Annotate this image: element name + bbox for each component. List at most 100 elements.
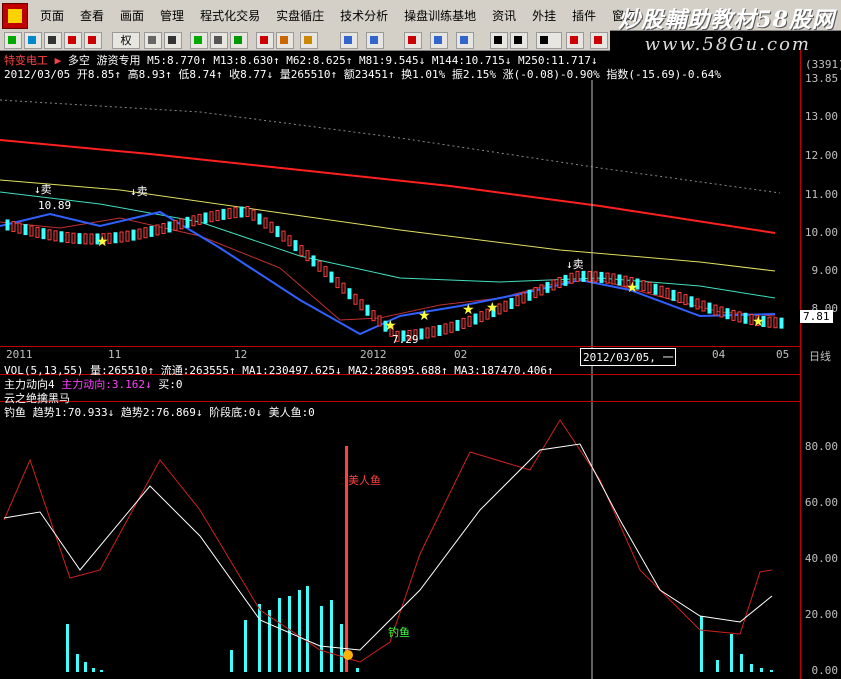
histogram-bar bbox=[298, 590, 301, 672]
list-icon[interactable] bbox=[210, 32, 228, 49]
chart-icon[interactable] bbox=[404, 32, 422, 49]
candle bbox=[767, 316, 772, 328]
ma81-line bbox=[0, 179, 776, 272]
candle bbox=[461, 317, 466, 329]
osc-y-tick: 20.00 bbox=[804, 608, 838, 621]
menu-item-screen[interactable]: 画面 bbox=[112, 7, 152, 24]
period-label[interactable]: 日线 bbox=[809, 348, 831, 364]
candle bbox=[77, 233, 82, 245]
candle bbox=[455, 319, 460, 331]
histogram-bar bbox=[716, 660, 719, 672]
candle bbox=[683, 294, 688, 306]
histogram-bar bbox=[740, 654, 743, 672]
candle bbox=[263, 217, 268, 229]
histogram-bar bbox=[268, 610, 271, 672]
menu-item-live-tracking[interactable]: 实盘循庄 bbox=[268, 7, 332, 24]
zl-buy: 买:0 bbox=[158, 378, 183, 391]
menu-item-training[interactable]: 操盘训练基地 bbox=[396, 7, 484, 24]
menu-item-tech-analysis[interactable]: 技术分析 bbox=[332, 7, 396, 24]
candle bbox=[47, 229, 52, 241]
table-icon[interactable] bbox=[340, 32, 358, 49]
ma5-line bbox=[0, 210, 776, 336]
histogram-bar bbox=[288, 596, 291, 672]
histogram-bar bbox=[244, 620, 247, 672]
star-icon: ★ bbox=[752, 314, 765, 330]
candle bbox=[287, 235, 292, 247]
candle bbox=[167, 221, 172, 233]
candle bbox=[707, 302, 712, 314]
histogram-bar bbox=[330, 600, 333, 672]
pin-icon[interactable] bbox=[300, 32, 318, 49]
down-arrow-icon[interactable] bbox=[566, 32, 584, 49]
menu-item-news[interactable]: 资讯 bbox=[484, 7, 524, 24]
x-tick: 12 bbox=[234, 348, 248, 361]
line-icon[interactable] bbox=[510, 32, 528, 49]
grid-icon[interactable] bbox=[144, 32, 162, 49]
candle bbox=[113, 232, 118, 244]
menu-item-program-trading[interactable]: 程式化交易 bbox=[192, 7, 268, 24]
candle bbox=[479, 311, 484, 323]
star-icon: ★ bbox=[96, 234, 109, 250]
candle bbox=[773, 317, 778, 329]
candle bbox=[311, 255, 316, 267]
histogram-bar bbox=[700, 616, 703, 672]
quan-icon[interactable]: 权 bbox=[112, 32, 140, 49]
candle bbox=[503, 300, 508, 312]
chart-grid-icon[interactable] bbox=[64, 32, 82, 49]
candle bbox=[731, 309, 736, 321]
rsi-icon[interactable] bbox=[44, 32, 62, 49]
bar-icon[interactable] bbox=[190, 32, 208, 49]
candle bbox=[335, 277, 340, 289]
compare-icon[interactable] bbox=[366, 32, 384, 49]
crosshair-date: 2012/03/05, 一 bbox=[580, 348, 677, 366]
candle bbox=[701, 300, 706, 312]
arrow-up-icon[interactable] bbox=[590, 32, 608, 49]
candle bbox=[437, 324, 442, 336]
menu-item-manage[interactable]: 管理 bbox=[152, 7, 192, 24]
histogram-bar bbox=[730, 634, 733, 672]
cursor-icon[interactable] bbox=[490, 32, 508, 49]
y-tick: 11.00 bbox=[804, 188, 838, 201]
swap-icon[interactable] bbox=[84, 32, 102, 49]
x-tick: 02 bbox=[454, 348, 468, 361]
binoculars-icon[interactable] bbox=[164, 32, 182, 49]
back-arrow-icon[interactable] bbox=[4, 32, 22, 49]
candle bbox=[647, 281, 652, 293]
target-icon[interactable] bbox=[256, 32, 274, 49]
menu-item-plugins[interactable]: 插件 bbox=[564, 7, 604, 24]
histogram-bar bbox=[92, 668, 95, 672]
candle bbox=[581, 270, 586, 282]
diaoyu-panel-line: 钓鱼 趋势1:70.933↓ 趋势2:76.869↓ 阶段底:0↓ 美人鱼:0 bbox=[4, 404, 315, 420]
candle bbox=[233, 207, 238, 219]
pencil-icon[interactable] bbox=[276, 32, 294, 49]
marker-icon bbox=[343, 650, 353, 660]
ma62-line bbox=[0, 191, 776, 299]
candle bbox=[11, 221, 16, 233]
candle bbox=[653, 283, 658, 295]
histogram-bar bbox=[66, 624, 69, 672]
menu-item-page[interactable]: 页面 bbox=[32, 7, 72, 24]
candle bbox=[65, 232, 70, 244]
window-icon[interactable] bbox=[430, 32, 448, 49]
refresh-icon[interactable] bbox=[24, 32, 42, 49]
histogram-bar bbox=[258, 604, 261, 672]
sell-signal: ↓卖 bbox=[34, 183, 52, 196]
candle bbox=[59, 231, 64, 243]
stack-icon[interactable] bbox=[456, 32, 474, 49]
candle bbox=[419, 328, 424, 340]
star-icon: ★ bbox=[384, 318, 397, 334]
candle bbox=[521, 292, 526, 304]
check-icon[interactable] bbox=[230, 32, 248, 49]
x-tick: 2012 bbox=[360, 348, 387, 361]
last-price: 13.85 bbox=[805, 72, 839, 85]
candle bbox=[617, 274, 622, 286]
histogram-bar bbox=[750, 664, 753, 672]
candle bbox=[173, 219, 178, 231]
candle bbox=[227, 207, 232, 219]
align-icon[interactable] bbox=[536, 32, 562, 49]
menu-item-addons[interactable]: 外挂 bbox=[524, 7, 564, 24]
app-logo-icon bbox=[2, 3, 28, 29]
candle bbox=[371, 310, 376, 322]
menu-item-view[interactable]: 查看 bbox=[72, 7, 112, 24]
candle bbox=[377, 315, 382, 327]
